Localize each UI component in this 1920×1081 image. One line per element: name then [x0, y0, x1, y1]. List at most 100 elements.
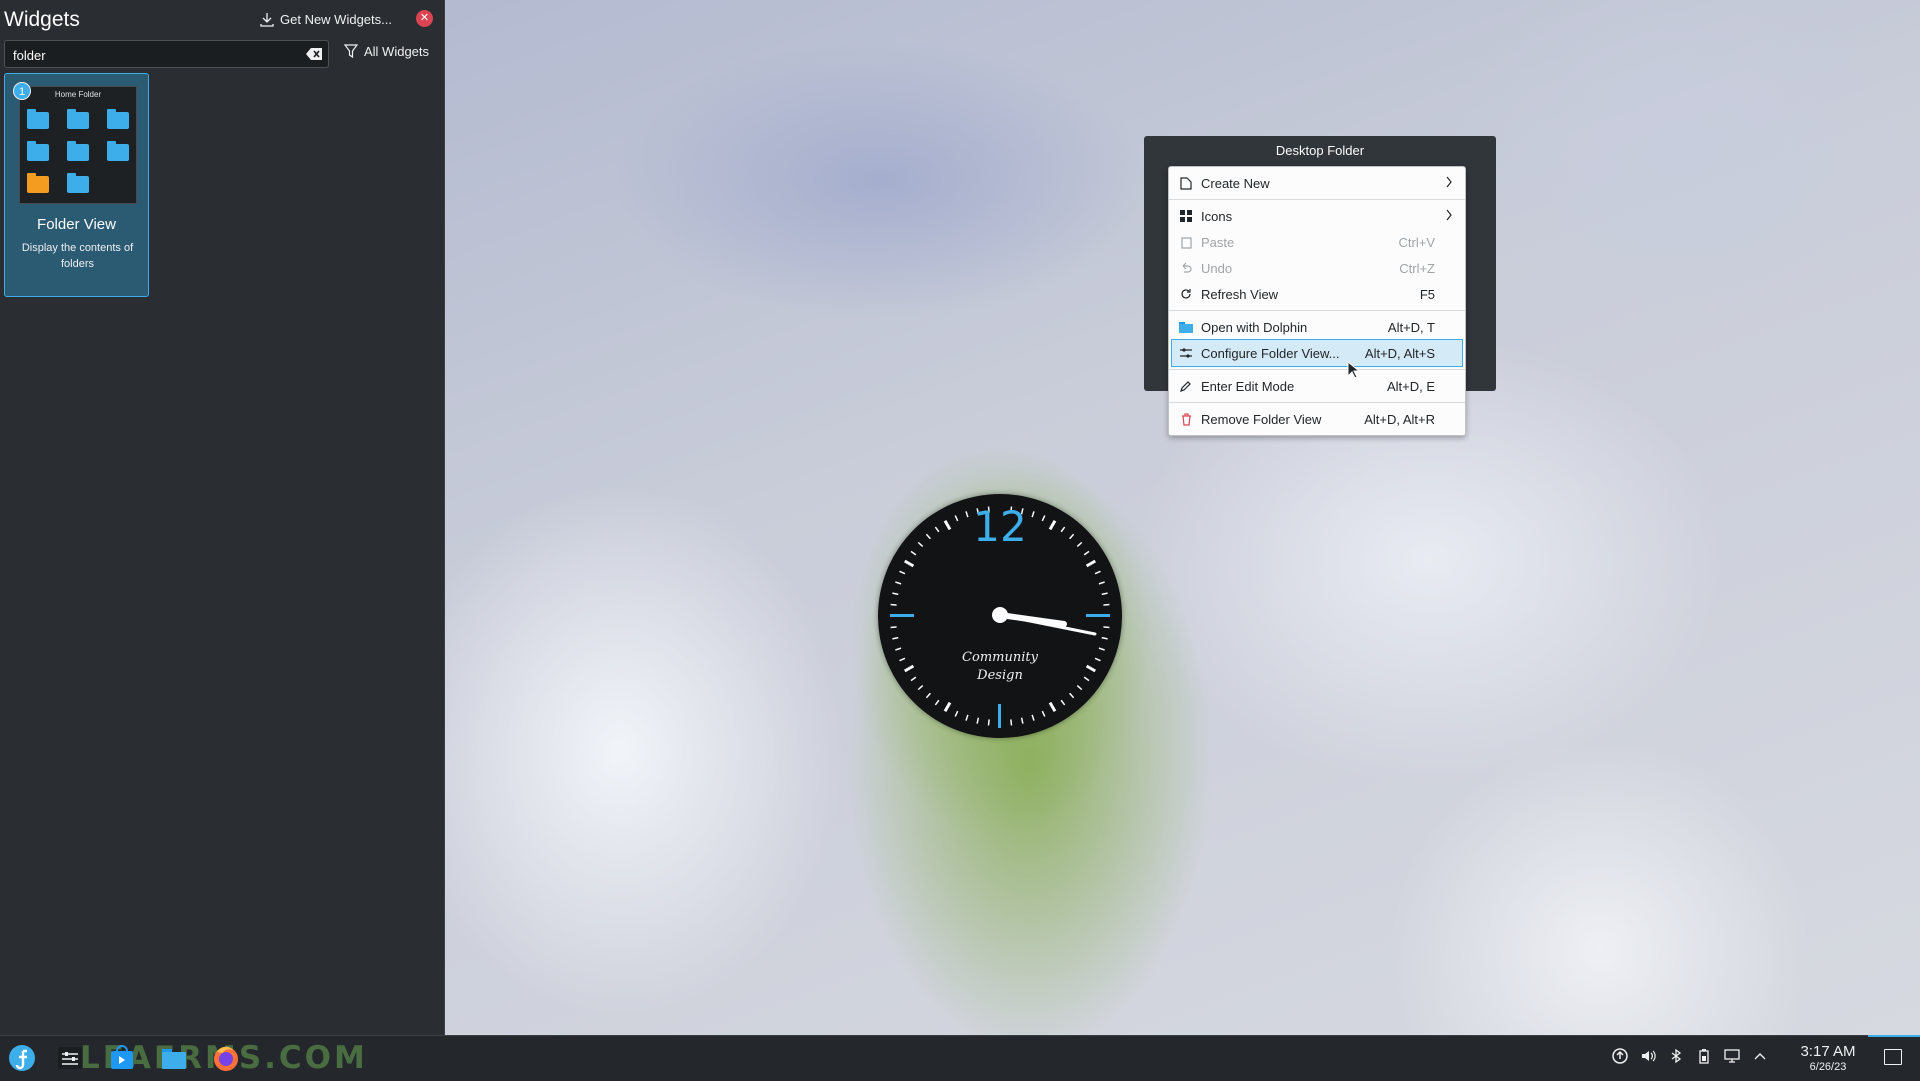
clock-tick — [895, 647, 902, 651]
menu-label: Enter Edit Mode — [1201, 378, 1295, 394]
paste-icon — [1179, 235, 1193, 249]
taskbar-clock-time[interactable]: 3:17 AM — [1796, 1043, 1860, 1060]
widget-preview: Home Folder — [19, 86, 137, 204]
clock-tick — [925, 533, 931, 540]
taskbar: LEAFRMS.COM 3:17 AM 6/26/23 — [0, 1035, 1920, 1081]
widget-card-folder-view[interactable]: Home Folder 1 Folder View Display the co… — [4, 73, 149, 297]
clock-tick — [903, 664, 915, 673]
configure-icon — [1179, 346, 1193, 360]
filter-icon — [344, 44, 358, 59]
folder-icon — [27, 109, 49, 129]
document-new-icon — [1179, 176, 1193, 190]
menu-item-remove-folder-view[interactable]: Remove Folder View Alt+D, Alt+R — [1169, 406, 1465, 432]
clock-tick — [976, 717, 980, 724]
clock-tick — [890, 626, 897, 629]
clock-tick — [1076, 685, 1083, 691]
refresh-icon — [1179, 287, 1193, 301]
clock-tick — [987, 719, 990, 726]
folder-templates-icon — [27, 173, 49, 193]
menu-item-create-new[interactable]: Create New — [1169, 170, 1465, 196]
clock-tick — [1083, 550, 1090, 556]
clock-tick — [965, 511, 969, 518]
menu-item-refresh-view[interactable]: Refresh View F5 — [1169, 281, 1465, 307]
clock-tick — [1069, 692, 1075, 699]
clock-tick — [1048, 519, 1057, 531]
trash-icon — [1179, 412, 1193, 426]
show-desktop-icon[interactable] — [1884, 1049, 1902, 1065]
clock-tick — [899, 657, 906, 662]
clock-tick — [1103, 603, 1110, 606]
close-icon[interactable]: ✕ — [416, 10, 433, 27]
menu-item-undo[interactable]: Undo Ctrl+Z — [1169, 255, 1465, 281]
clock-tick — [910, 676, 917, 682]
minute-hand — [998, 613, 1097, 636]
clock-tick — [1041, 710, 1046, 717]
six-marker — [998, 704, 1001, 728]
menu-label: Paste — [1201, 234, 1235, 250]
menu-separator — [1169, 402, 1465, 403]
active-task-indicator — [1868, 1035, 1920, 1037]
menu-label: Icons — [1201, 208, 1233, 224]
firefox-icon[interactable] — [212, 1044, 240, 1072]
volume-icon[interactable] — [1640, 1048, 1656, 1064]
system-settings-icon[interactable] — [56, 1044, 84, 1072]
clock-tick — [1094, 657, 1101, 662]
desktop-folder-title: Desktop Folder — [1275, 143, 1365, 158]
clock-tick — [943, 701, 952, 713]
clock-tick — [934, 526, 940, 533]
updates-icon[interactable] — [1612, 1048, 1628, 1064]
get-new-widgets-label: Get New Widgets... — [280, 11, 392, 27]
clock-tick — [925, 692, 931, 699]
chevron-right-icon — [1445, 209, 1453, 224]
clock-tick — [1031, 714, 1035, 721]
clock-tick — [1094, 570, 1101, 575]
search-input[interactable] — [11, 44, 295, 66]
battery-icon[interactable] — [1696, 1048, 1712, 1064]
mouse-cursor-icon — [1347, 361, 1359, 379]
clock-tick — [943, 519, 952, 531]
menu-shortcut: Ctrl+V — [1398, 235, 1435, 250]
expand-tray-icon[interactable] — [1752, 1048, 1768, 1064]
clock-tick — [895, 581, 902, 585]
clock-tick — [934, 699, 940, 706]
discover-store-icon[interactable] — [108, 1044, 136, 1072]
menu-item-paste[interactable]: Paste Ctrl+V — [1169, 229, 1465, 255]
clock-tick — [1103, 626, 1110, 629]
clock-tick — [1101, 636, 1108, 640]
menu-shortcut: Alt+D, T — [1387, 320, 1435, 335]
three-marker — [1086, 614, 1110, 617]
clock-face: 12 Community Design — [890, 502, 1110, 728]
menu-shortcut: Alt+D, Alt+S — [1364, 346, 1435, 361]
network-icon[interactable] — [1724, 1048, 1740, 1064]
filter-label: All Widgets — [364, 44, 430, 59]
dolphin-folder-icon — [1179, 320, 1193, 334]
clock-tick — [899, 570, 906, 575]
menu-label: Open with Dolphin — [1201, 319, 1308, 335]
widget-description: Display the contents of folders — [21, 242, 134, 270]
filter-button[interactable]: All Widgets — [344, 44, 429, 59]
menu-shortcut: F5 — [1419, 287, 1435, 302]
menu-item-configure-folder-view[interactable]: Configure Folder View... Alt+D, Alt+S — [1171, 339, 1463, 367]
search-field[interactable] — [4, 40, 329, 68]
menu-item-icons[interactable]: Icons — [1169, 203, 1465, 229]
clock-center — [992, 607, 1008, 623]
clock-tick — [1083, 676, 1090, 682]
clock-tick — [1098, 647, 1105, 651]
menu-separator — [1169, 369, 1465, 370]
clock-tick — [1020, 717, 1024, 724]
clock-tick — [1031, 511, 1035, 518]
clock-tick — [1048, 701, 1057, 713]
menu-shortcut: Ctrl+Z — [1399, 261, 1435, 276]
get-new-widgets-button[interactable]: Get New Widgets... — [260, 8, 392, 30]
dolphin-file-manager-icon[interactable] — [160, 1044, 188, 1072]
nine-marker — [890, 614, 914, 617]
bluetooth-icon[interactable] — [1668, 1048, 1684, 1064]
taskbar-clock-date[interactable]: 6/26/23 — [1796, 1061, 1860, 1073]
menu-item-open-with-dolphin[interactable]: Open with Dolphin Alt+D, T — [1169, 314, 1465, 340]
widget-name: Folder View — [37, 216, 116, 233]
fedora-launcher-icon[interactable] — [8, 1044, 36, 1072]
clock-tick — [1076, 541, 1083, 547]
analog-clock-widget[interactable]: 12 Community Design — [878, 494, 1122, 738]
clear-search-icon[interactable] — [306, 47, 323, 61]
menu-item-enter-edit-mode[interactable]: Enter Edit Mode Alt+D, E — [1169, 373, 1465, 399]
